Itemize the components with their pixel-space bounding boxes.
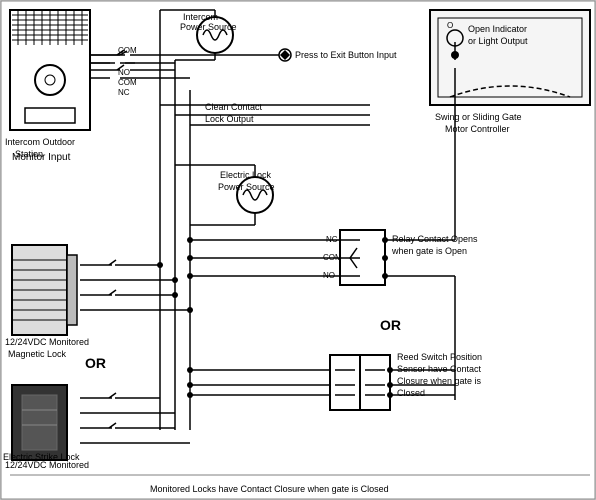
svg-text:O: O	[447, 21, 453, 30]
svg-text:Clean Contact: Clean Contact	[205, 102, 263, 112]
svg-text:Reed Switch Position: Reed Switch Position	[397, 352, 482, 362]
wiring-diagram: Monitor Input COM NO COM NC	[0, 0, 596, 500]
svg-text:Relay Contact Opens: Relay Contact Opens	[392, 234, 478, 244]
svg-text:OR: OR	[380, 317, 401, 333]
svg-text:COM: COM	[118, 78, 137, 87]
svg-text:Electric Strike Lock: Electric Strike Lock	[3, 452, 80, 462]
svg-text:OR: OR	[85, 355, 106, 371]
svg-text:or Light Output: or Light Output	[468, 36, 528, 46]
svg-text:Intercom Outdoor: Intercom Outdoor	[5, 137, 75, 147]
svg-text:Monitored Locks have Contact C: Monitored Locks have Contact Closure whe…	[150, 484, 389, 494]
svg-text:Electric Lock: Electric Lock	[220, 170, 272, 180]
svg-text:NC: NC	[118, 88, 130, 97]
svg-text:12/24VDC Monitored: 12/24VDC Monitored	[5, 337, 89, 347]
svg-text:Magnetic Lock: Magnetic Lock	[8, 349, 67, 359]
svg-text:Sensor have Contact: Sensor have Contact	[397, 364, 482, 374]
svg-text:Swing or Sliding Gate: Swing or Sliding Gate	[435, 112, 522, 122]
svg-text:Motor Controller: Motor Controller	[445, 124, 510, 134]
svg-text:Closed: Closed	[397, 388, 425, 398]
svg-text:COM: COM	[118, 46, 137, 55]
svg-text:Intercom: Intercom	[183, 12, 218, 22]
svg-text:when gate is Open: when gate is Open	[391, 246, 467, 256]
svg-text:Press to Exit Button Input: Press to Exit Button Input	[295, 50, 397, 60]
svg-text:Power Source: Power Source	[180, 22, 237, 32]
svg-text:Open Indicator: Open Indicator	[468, 24, 527, 34]
svg-text:Station: Station	[15, 149, 43, 159]
svg-text:Power Source: Power Source	[218, 182, 275, 192]
